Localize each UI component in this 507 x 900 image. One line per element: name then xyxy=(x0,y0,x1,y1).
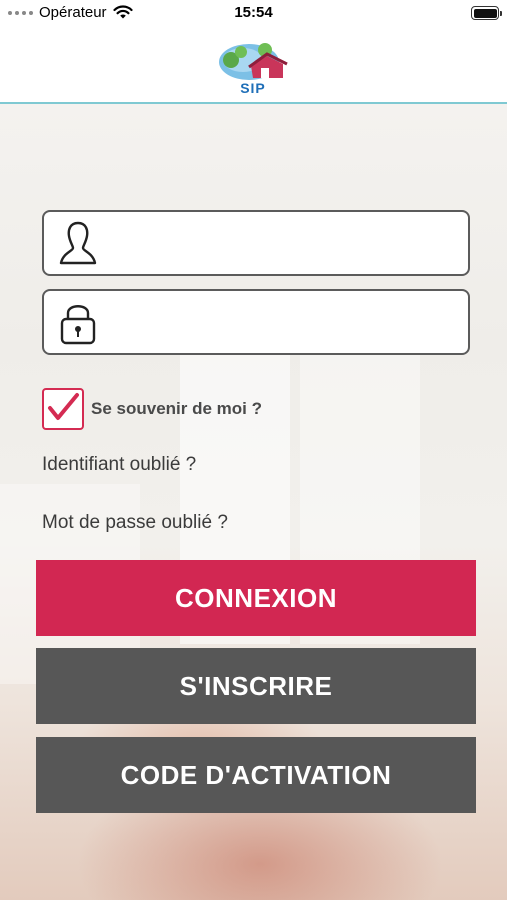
remember-label: Se souvenir de moi ? xyxy=(91,399,262,418)
app-logo: SIP xyxy=(215,40,291,96)
inscrire-button[interactable]: S'INSCRIRE xyxy=(36,648,476,724)
remember-checkbox[interactable] xyxy=(42,388,84,430)
username-input[interactable] xyxy=(110,220,460,266)
status-time: 15:54 xyxy=(234,4,273,21)
password-input[interactable] xyxy=(110,299,460,345)
battery-icon xyxy=(471,6,502,20)
user-icon xyxy=(59,221,97,265)
forgot-password-link[interactable]: Mot de passe oublié ? xyxy=(42,512,228,534)
lock-icon xyxy=(60,305,96,345)
connexion-button[interactable]: CONNEXION xyxy=(36,560,476,636)
logo-icon xyxy=(219,43,288,80)
status-bar: Opérateur 15:54 xyxy=(0,0,507,28)
password-field[interactable] xyxy=(42,289,470,355)
app-header: SIP xyxy=(0,28,507,104)
remember-me[interactable]: Se souvenir de moi ? xyxy=(42,388,262,430)
logo-text: SIP xyxy=(240,80,266,96)
activation-code-button[interactable]: CODE D'ACTIVATION xyxy=(36,737,476,813)
forgot-id-link[interactable]: Identifiant oublié ? xyxy=(42,454,196,476)
username-field[interactable] xyxy=(42,210,470,276)
checkmark-icon xyxy=(48,393,79,420)
